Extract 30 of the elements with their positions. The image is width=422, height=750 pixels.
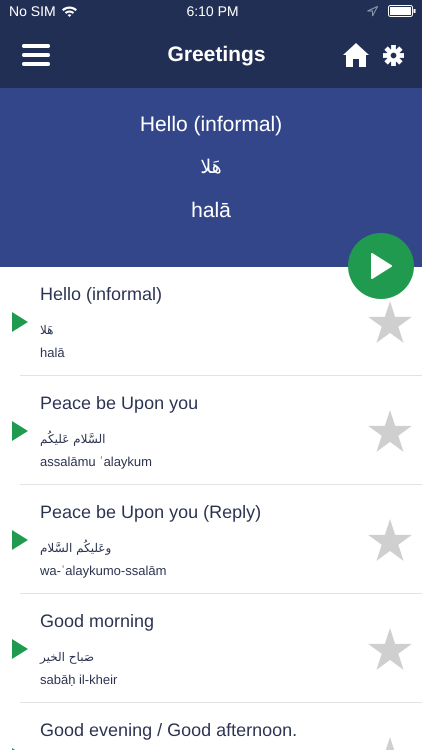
play-icon[interactable] — [12, 530, 28, 550]
phrase-arabic: هَلا — [200, 155, 222, 180]
phrase-english: Peace be Upon you — [40, 392, 198, 414]
phrase-english: Hello (informal) — [40, 283, 162, 305]
play-icon[interactable] — [12, 312, 28, 332]
phrase-transliteration: sabāḥ il-kheir — [40, 672, 118, 687]
phrase-transliteration: assalāmu ʿalaykum — [40, 454, 152, 469]
play-icon[interactable] — [12, 638, 28, 658]
phrase-english: Good morning — [40, 610, 154, 632]
phrase-transliteration: halā — [191, 198, 231, 224]
wifi-icon — [60, 5, 78, 17]
play-icon[interactable] — [12, 420, 28, 440]
phrase-transliteration: halā — [40, 345, 65, 360]
menu-icon[interactable] — [22, 44, 50, 66]
phrase-arabic: وعَليكُم السَّلام — [40, 541, 112, 555]
carrier-label: No SIM — [9, 3, 56, 19]
phrase-english: Hello (informal) — [140, 112, 282, 138]
play-icon — [370, 253, 392, 279]
phrase-arabic: صَباح الخير — [40, 650, 94, 664]
location-icon — [367, 6, 378, 16]
screen-title: Greetings — [166, 43, 267, 67]
settings-icon[interactable] — [383, 44, 404, 66]
phrase-arabic: السَّلام عَليكُم — [40, 432, 106, 446]
phrase-english: Peace be Upon you (Reply) — [40, 501, 262, 523]
clock-time: 6:10 PM — [186, 3, 239, 19]
phrase-english: Good evening / Good afternoon. — [40, 719, 298, 741]
home-icon[interactable] — [343, 42, 369, 68]
phrase-arabic: هَلا — [40, 323, 54, 337]
battery-icon — [388, 5, 416, 17]
phrase-transliteration: wa-ʿalaykumo-ssalām — [40, 563, 166, 578]
